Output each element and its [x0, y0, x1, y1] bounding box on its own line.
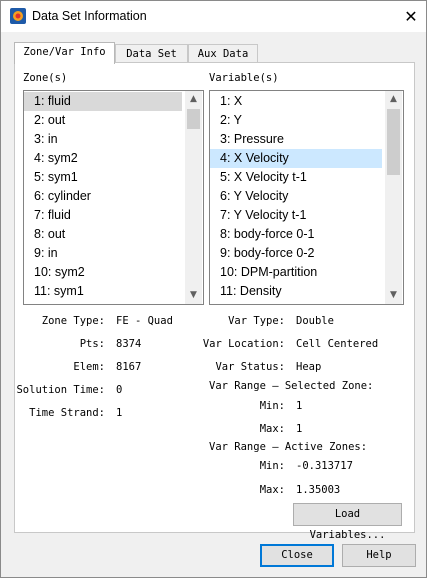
list-item-label: 6: Y Velocity [220, 189, 289, 203]
variable-list-item[interactable]: 4: X Velocity [210, 149, 382, 168]
help-button[interactable]: Help [342, 544, 416, 567]
variables-scroll-thumb[interactable] [387, 109, 400, 175]
title-bar[interactable]: Data Set Information ✕ [1, 1, 426, 32]
scroll-down-icon[interactable]: ▼ [185, 287, 202, 304]
close-icon[interactable]: ✕ [396, 1, 426, 32]
zones-scroll-thumb[interactable] [187, 109, 200, 129]
list-item-label: 8: out [34, 227, 66, 241]
zone-type-value: FE - Quad [116, 315, 173, 327]
var-type-value: Double [296, 315, 334, 327]
zone-list-item[interactable]: 11: sym1 [24, 282, 182, 301]
scroll-up-icon[interactable]: ▲ [185, 91, 202, 108]
variable-list-item[interactable]: 1: X [210, 92, 382, 111]
tab-zone-var-info[interactable]: Zone/Var Info [14, 42, 115, 64]
list-item-label: 4: X Velocity [220, 151, 289, 165]
dialog-window: Data Set Information ✕ Zone/Var Info Dat… [0, 0, 427, 578]
selected-zone-range-header: Var Range — Selected Zone: [209, 380, 374, 392]
zone-list-item[interactable]: 7: fluid [24, 206, 182, 225]
list-item-label: 6: cylinder [34, 189, 91, 203]
active-max-value: 1.35003 [296, 484, 341, 496]
scroll-up-icon[interactable]: ▲ [385, 91, 402, 108]
time-strand-label: Time Strand: [29, 407, 105, 419]
list-item-label: 10: DPM-partition [220, 265, 318, 279]
list-item-label: 5: sym1 [34, 170, 78, 184]
list-item-label: 4: sym2 [34, 151, 78, 165]
load-variables-button[interactable]: Load Variables... [293, 503, 402, 541]
list-item-label: 10: sym2 [34, 265, 85, 279]
list-item-label: 11: Density [220, 284, 282, 298]
selected-min-label: Min: [259, 400, 285, 412]
zones-header: Zone(s) [23, 72, 68, 84]
zone-list-item[interactable]: 5: sym1 [24, 168, 182, 187]
list-item-label: 5: X Velocity t-1 [220, 170, 307, 184]
selected-min-value: 1 [296, 400, 303, 412]
close-button[interactable]: Close [260, 544, 334, 567]
list-item-label: 9: body-force 0-2 [220, 246, 315, 260]
zone-list-item[interactable]: 9: in [24, 244, 182, 263]
var-location-value: Cell Centered [296, 338, 379, 350]
variable-list-item[interactable]: 8: body-force 0-1 [210, 225, 382, 244]
elem-label: Elem: [73, 361, 105, 373]
zone-list-item[interactable]: 1: fluid [24, 92, 182, 111]
zone-list-item[interactable]: 4: sym2 [24, 149, 182, 168]
list-item-label: 2: out [34, 113, 66, 127]
pts-label: Pts: [79, 338, 105, 350]
elem-value: 8167 [116, 361, 142, 373]
list-item-label: 7: fluid [34, 208, 71, 222]
active-max-label: Max: [259, 484, 285, 496]
active-zones-range-header: Var Range — Active Zones: [209, 441, 368, 453]
zones-listbox[interactable]: 11: sym1 10: sym2 9: in 8: out 7: fluid 6: cy… [23, 90, 204, 305]
list-item-label: 7: Y Velocity t-1 [220, 208, 307, 222]
zone-list-item[interactable]: 6: cylinder [24, 187, 182, 206]
solution-time-value: 0 [116, 384, 123, 396]
selected-max-value: 1 [296, 423, 303, 435]
zone-list-item[interactable]: 3: in [24, 130, 182, 149]
zone-list-item[interactable]: 8: out [24, 225, 182, 244]
list-item-label: 3: Pressure [220, 132, 284, 146]
active-min-value: -0.313717 [296, 460, 353, 472]
var-location-label: Var Location: [202, 338, 285, 350]
tab-aux-data[interactable]: Aux Data [188, 44, 258, 63]
scroll-down-icon[interactable]: ▼ [385, 287, 402, 304]
variable-list-item[interactable]: 9: body-force 0-2 [210, 244, 382, 263]
variable-list-item[interactable]: 10: DPM-partition [210, 263, 382, 282]
zone-list-item[interactable]: 10: sym2 [24, 263, 182, 282]
variable-list-item[interactable]: 7: Y Velocity t-1 [210, 206, 382, 225]
window-title: Data Set Information [32, 9, 147, 23]
list-item-label: 9: in [34, 246, 58, 260]
zone-type-label: Zone Type: [41, 315, 105, 327]
solution-time-label: Solution Time: [16, 384, 105, 396]
variable-list-item[interactable]: 2: Y [210, 111, 382, 130]
list-item-label: 11: sym1 [34, 284, 84, 298]
var-type-label: Var Type: [228, 315, 285, 327]
variables-scrollbar[interactable]: ▲ ▼ [385, 91, 402, 304]
tab-data-set[interactable]: Data Set [115, 44, 188, 63]
time-strand-value: 1 [116, 407, 123, 419]
list-item-label: 3: in [34, 132, 58, 146]
list-item-label: 1: fluid [34, 94, 71, 108]
list-item-label: 8: body-force 0-1 [220, 227, 315, 241]
zone-list-item[interactable]: 2: out [24, 111, 182, 130]
active-min-label: Min: [259, 460, 285, 472]
pts-value: 8374 [116, 338, 142, 350]
variables-header: Variable(s) [209, 72, 279, 84]
var-status-label: Var Status: [215, 361, 285, 373]
variable-list-item[interactable]: 5: X Velocity t-1 [210, 168, 382, 187]
list-item-label: 1: X [220, 94, 243, 108]
variable-list-item[interactable]: 3: Pressure [210, 130, 382, 149]
app-icon [10, 8, 26, 24]
variables-listbox[interactable]: 11: Density 10: DPM-partition 9: body-forc… [209, 90, 404, 305]
variable-list-item[interactable]: 11: Density [210, 282, 382, 301]
selected-max-label: Max: [259, 423, 285, 435]
zones-scrollbar[interactable]: ▲ ▼ [185, 91, 202, 304]
list-item-label: 2: Y [220, 113, 243, 127]
variable-list-item[interactable]: 6: Y Velocity [210, 187, 382, 206]
var-status-value: Heap [296, 361, 322, 373]
